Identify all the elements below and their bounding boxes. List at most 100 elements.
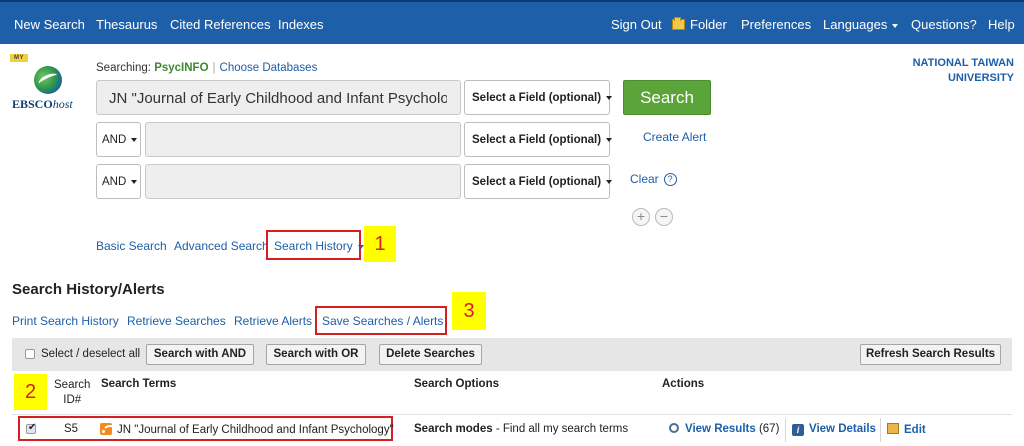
cited-references-link[interactable]: Cited References — [170, 17, 270, 32]
magnifier-icon — [669, 423, 679, 433]
retrieve-alerts-link[interactable]: Retrieve Alerts — [234, 314, 312, 328]
search-button[interactable]: Search — [623, 80, 711, 115]
print-search-history-link[interactable]: Print Search History — [12, 314, 119, 328]
chevron-down-icon — [131, 179, 138, 184]
top-nav-bar: New Search Thesaurus Cited References In… — [0, 0, 1024, 44]
institution-line2: UNIVERSITY — [947, 72, 1014, 84]
field-select-2-label: Select a Field (optional) — [472, 134, 602, 146]
advanced-search-link[interactable]: Advanced Search — [174, 239, 269, 253]
action-divider — [785, 418, 786, 442]
annotation-number-2: 2 — [14, 374, 47, 410]
search-history-title: Search History/Alerts — [12, 281, 165, 298]
ebscohost-logo[interactable]: MY EBSCOhost — [10, 54, 82, 114]
edit-link[interactable]: Edit — [904, 424, 926, 436]
institution-line1: NATIONAL TAIWAN — [912, 57, 1014, 69]
select-all-label: Select / deselect all — [41, 348, 141, 360]
search-input-1[interactable]: JN "Journal of Early Childhood and Infan… — [96, 80, 461, 115]
languages-label: Languages — [823, 17, 888, 32]
annotation-number-1: 1 — [364, 226, 396, 262]
field-select-3[interactable]: Select a Field (optional) — [464, 164, 613, 199]
logo-brand-italic: host — [52, 97, 73, 111]
row-search-id: S5 — [64, 423, 79, 435]
view-results-action[interactable]: View Results (67) — [669, 423, 779, 435]
refresh-search-results-button[interactable]: Refresh Search Results — [860, 344, 1001, 365]
preferences-link[interactable]: Preferences — [741, 17, 811, 32]
bool-operator-select-2[interactable]: AND — [96, 122, 141, 157]
field-select-1[interactable]: Select a Field (optional) — [464, 80, 613, 115]
chevron-down-icon — [357, 244, 364, 249]
create-alert-link[interactable]: Create Alert — [643, 130, 706, 144]
chevron-down-icon — [892, 23, 899, 28]
remove-row-button[interactable]: − — [655, 208, 673, 226]
institution-name: NATIONAL TAIWAN UNIVERSITY — [854, 56, 1014, 86]
add-row-button[interactable]: + — [632, 208, 650, 226]
basic-search-link[interactable]: Basic Search — [96, 239, 167, 253]
bool-operator-select-3[interactable]: AND — [96, 164, 141, 199]
rss-icon[interactable] — [100, 423, 112, 435]
row-search-terms: JN "Journal of Early Childhood and Infan… — [100, 423, 394, 436]
row-select-checkbox[interactable]: ✔ — [26, 422, 36, 434]
help-icon[interactable]: ? — [663, 173, 677, 186]
search-options-column-header: Search Options — [414, 378, 499, 390]
history-toolbar: Select / deselect all Search with AND Se… — [12, 338, 1012, 371]
field-select-2[interactable]: Select a Field (optional) — [464, 122, 613, 157]
languages-menu[interactable]: Languages — [823, 17, 899, 32]
chevron-down-icon — [606, 179, 613, 184]
folder-link[interactable]: Folder — [672, 17, 727, 32]
searching-info: Searching: PsycINFO | Choose Databases — [96, 62, 318, 74]
search-terms-column-header: Search Terms — [101, 378, 177, 390]
save-searches-alerts-link[interactable]: Save Searches / Alerts — [322, 314, 443, 328]
retrieve-searches-link[interactable]: Retrieve Searches — [127, 314, 226, 328]
search-id-header-line1: Search — [54, 379, 91, 391]
clear-link[interactable]: Clear — [630, 172, 659, 186]
choose-databases-link[interactable]: Choose Databases — [220, 62, 318, 74]
my-badge: MY — [10, 54, 28, 62]
view-details-link[interactable]: View Details — [809, 423, 876, 435]
edit-action[interactable]: Edit — [887, 423, 926, 436]
info-icon: i — [792, 424, 804, 436]
new-search-link[interactable]: New Search — [14, 17, 85, 32]
select-all-checkbox[interactable] — [25, 349, 35, 359]
thesaurus-link[interactable]: Thesaurus — [96, 17, 157, 32]
logo-brand-bold: EBSCO — [12, 97, 53, 111]
search-modes-label: Search modes — [414, 423, 493, 435]
logo-wordmark: EBSCOhost — [12, 97, 73, 112]
annotation-number-3: 3 — [452, 292, 486, 330]
search-input-2[interactable] — [145, 122, 461, 157]
search-with-or-button[interactable]: Search with OR — [266, 344, 366, 365]
questions-link[interactable]: Questions? — [911, 17, 977, 32]
folder-label: Folder — [690, 17, 727, 32]
actions-column-header: Actions — [662, 378, 705, 390]
view-details-action[interactable]: i View Details — [792, 423, 876, 436]
chevron-down-icon — [606, 95, 613, 100]
database-name: PsycINFO — [154, 62, 209, 74]
bool-operator-2-label: AND — [102, 134, 127, 146]
search-input-1-value: JN "Journal of Early Childhood and Infan… — [109, 90, 447, 107]
row-search-options: Search modes - Find all my search terms — [414, 423, 628, 435]
view-results-link[interactable]: View Results — [685, 423, 756, 435]
sign-out-link[interactable]: Sign Out — [611, 17, 662, 32]
field-select-1-label: Select a Field (optional) — [472, 92, 602, 104]
action-divider — [880, 418, 881, 442]
search-with-and-button[interactable]: Search with AND — [146, 344, 254, 365]
field-select-3-label: Select a Field (optional) — [472, 176, 602, 188]
help-link[interactable]: Help — [988, 17, 1015, 32]
search-id-column-header[interactable]: Search ID# — [54, 378, 90, 408]
chevron-down-icon — [131, 137, 138, 142]
searching-label: Searching: — [96, 62, 151, 74]
search-input-3[interactable] — [145, 164, 461, 199]
indexes-link[interactable]: Indexes — [278, 17, 324, 32]
clear-control: Clear? — [630, 172, 677, 186]
search-history-label: Search History — [274, 239, 353, 253]
search-history-link[interactable]: Search History — [274, 239, 364, 253]
edit-icon — [887, 423, 899, 434]
chevron-down-icon — [606, 137, 613, 142]
delete-searches-button[interactable]: Delete Searches — [379, 344, 482, 365]
globe-icon — [34, 66, 62, 94]
folder-icon — [672, 17, 685, 30]
search-modes-value: - Find all my search terms — [492, 423, 629, 435]
search-id-header-line2: ID# — [63, 394, 82, 406]
bool-operator-3-label: AND — [102, 176, 127, 188]
row-search-terms-text: JN "Journal of Early Childhood and Infan… — [117, 424, 394, 436]
result-count: (67) — [758, 423, 780, 435]
